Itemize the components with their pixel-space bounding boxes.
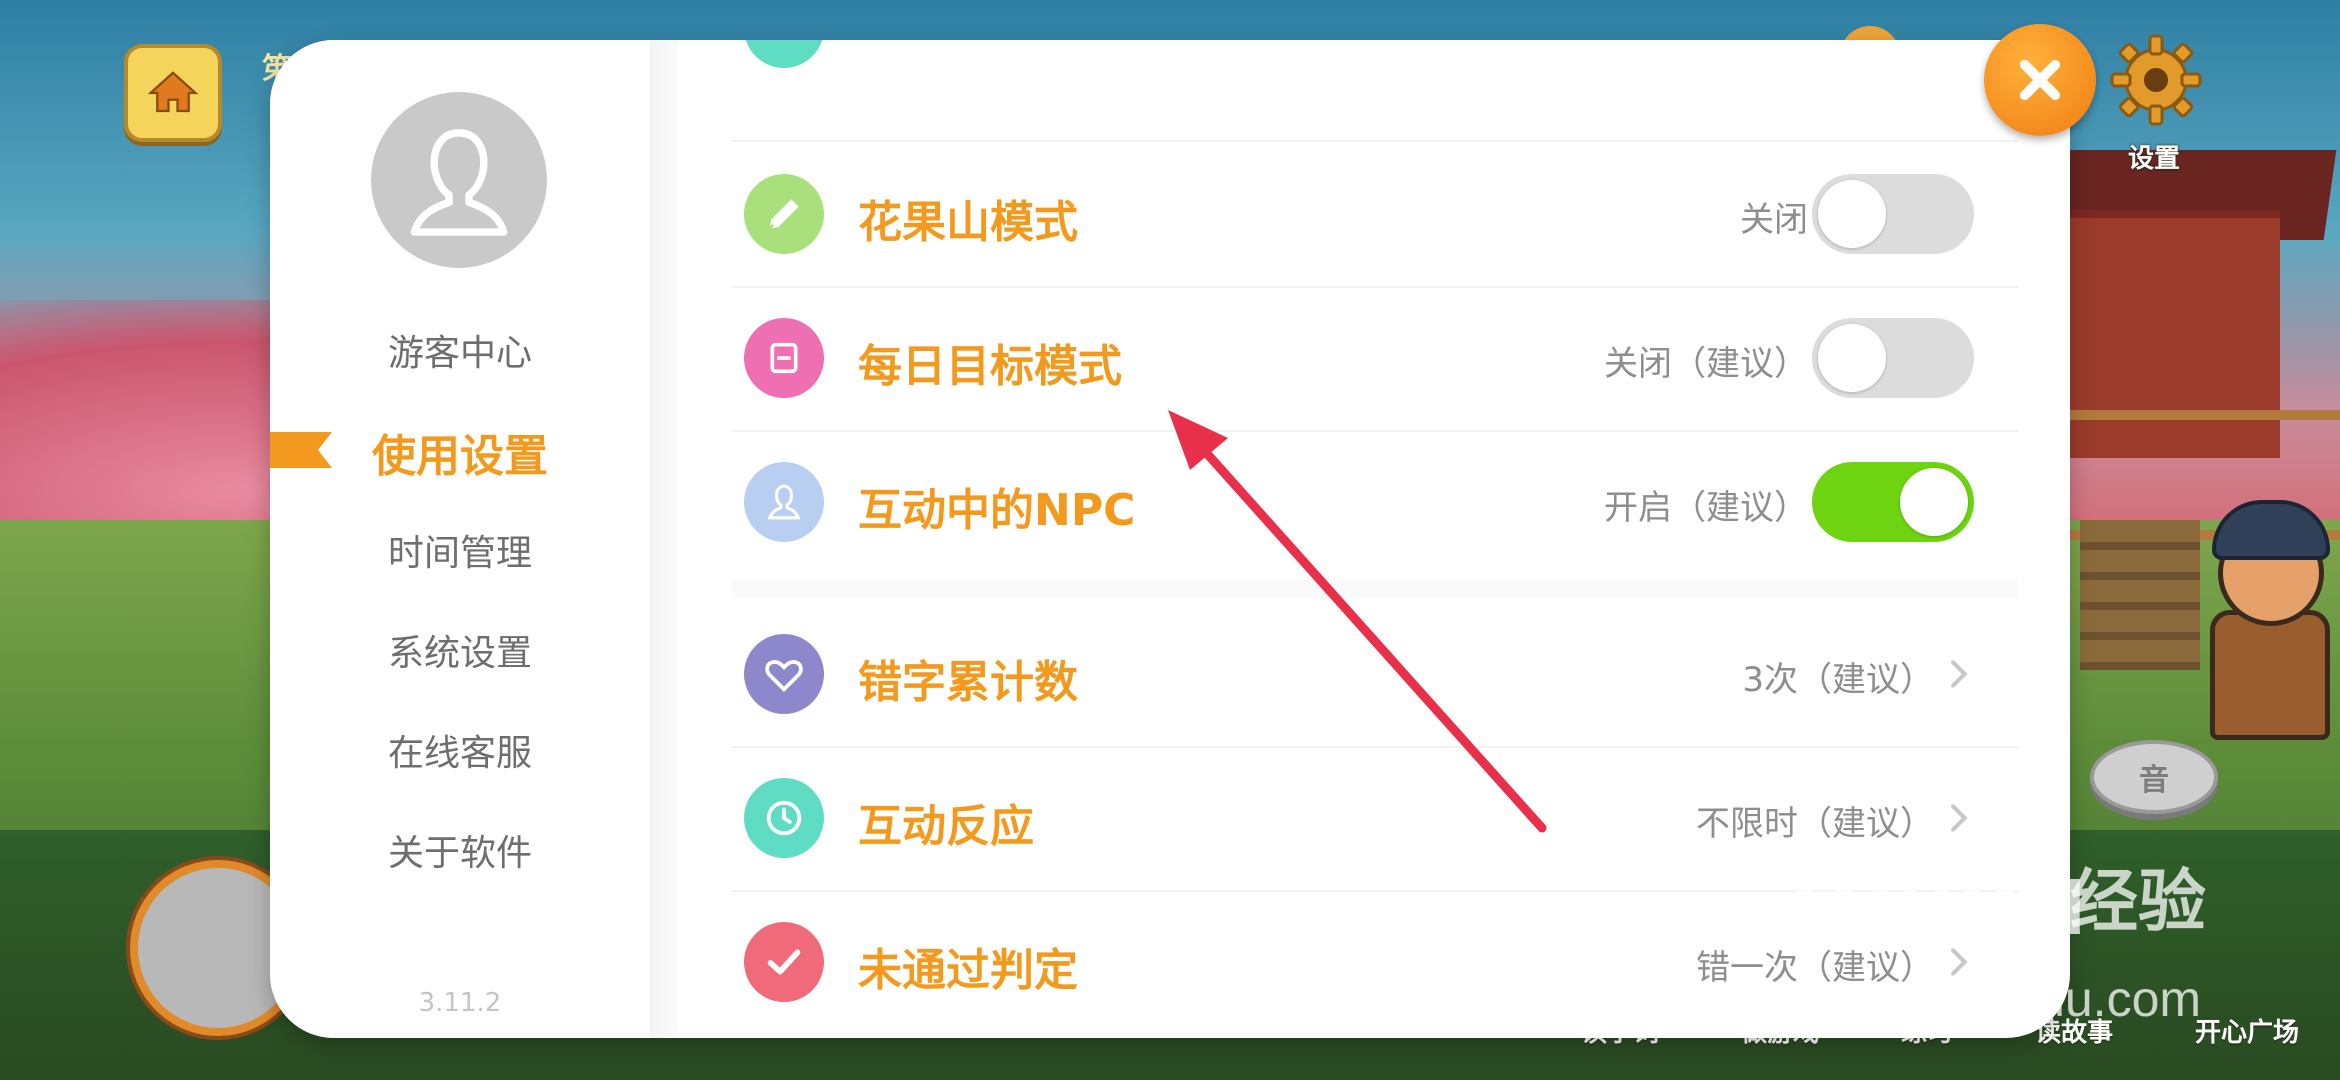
interactive-npc-toggle[interactable] [1812, 462, 1974, 542]
sidebar-item-time-management[interactable]: 时间管理 [270, 524, 650, 576]
sound-button[interactable]: 音 [2090, 740, 2218, 814]
setting-row-typo-count[interactable]: 错字累计数 3次（建议） [732, 602, 2018, 748]
sidebar-item-visitor-center[interactable]: 游客中心 [270, 324, 650, 376]
settings-sidebar: 游客中心 使用设置 时间管理 系统设置 在线客服 关于软件 3.11.2 [270, 40, 650, 1038]
heart-icon [744, 634, 824, 714]
toggle-knob [1900, 468, 1968, 536]
calendar-icon [744, 318, 824, 398]
app-version: 3.11.2 [418, 988, 502, 1018]
sidebar-item-online-service[interactable]: 在线客服 [270, 724, 650, 776]
settings-label: 设置 [2128, 144, 2181, 174]
sidebar-item-usage-settings[interactable]: 使用设置 [270, 420, 650, 484]
user-silhouette-icon [410, 129, 508, 236]
setting-row-huaguoshan-mode: 花果山模式 关闭 [732, 142, 2018, 288]
setting-value: 关闭（建议） [1604, 344, 1808, 384]
person-icon [744, 462, 824, 542]
toggle-knob [1818, 324, 1886, 392]
sidebar-item-about[interactable]: 关于软件 [270, 824, 650, 876]
npc-hat [2212, 500, 2330, 560]
npc-body [2210, 610, 2330, 740]
home-button[interactable] [124, 44, 222, 142]
watermark-logo: Baidu [1790, 841, 2089, 957]
chevron-right-icon[interactable] [1938, 798, 1978, 838]
sidebar-item-system-settings[interactable]: 系统设置 [270, 624, 650, 676]
setting-label: 每日目标模式 [858, 341, 1122, 392]
setting-row-interactive-npc: 互动中的NPC 开启（建议） [732, 430, 2018, 574]
setting-row-daily-goal-mode: 每日目标模式 关闭（建议） [732, 286, 2018, 432]
user-avatar[interactable] [371, 92, 547, 268]
bottom-nav-item[interactable]: 开心广场 [2195, 1012, 2299, 1072]
home-icon [147, 71, 199, 113]
setting-value: 开启（建议） [1604, 488, 1808, 528]
setting-label: 未通过判定 [858, 945, 1078, 996]
background-steps [2080, 520, 2200, 670]
toggle-knob [1818, 180, 1886, 248]
daily-goal-mode-toggle[interactable] [1812, 318, 1974, 398]
setting-label: 互动反应 [858, 801, 1034, 852]
check-icon [744, 922, 824, 1002]
npc-character [2190, 500, 2330, 740]
close-icon [2019, 59, 2061, 101]
clock-icon [744, 778, 824, 858]
sidebar-divider [650, 40, 678, 1038]
pencil-icon [744, 174, 824, 254]
setting-value: 3次（建议） [1742, 660, 1934, 700]
gear-icon[interactable] [2106, 30, 2206, 130]
setting-label: 花果山模式 [858, 197, 1078, 248]
setting-value: 关闭 [1740, 200, 1808, 240]
watermark-url: jingyan.baidu.com [1798, 971, 2202, 1027]
chevron-right-icon[interactable] [1938, 654, 1978, 694]
setting-label: 错字累计数 [858, 657, 1078, 708]
section-gap [732, 580, 2018, 598]
close-button[interactable] [1984, 24, 2096, 136]
scrolled-row-icon [744, 40, 824, 68]
baidu-watermark: Baidu 经验 jingyan.baidu.com [1790, 840, 2206, 1027]
huaguoshan-mode-toggle[interactable] [1812, 174, 1974, 254]
watermark-cn: 经验 [2070, 864, 2207, 940]
setting-value: 不限时（建议） [1696, 804, 1934, 844]
setting-label: 互动中的NPC [858, 485, 1136, 536]
